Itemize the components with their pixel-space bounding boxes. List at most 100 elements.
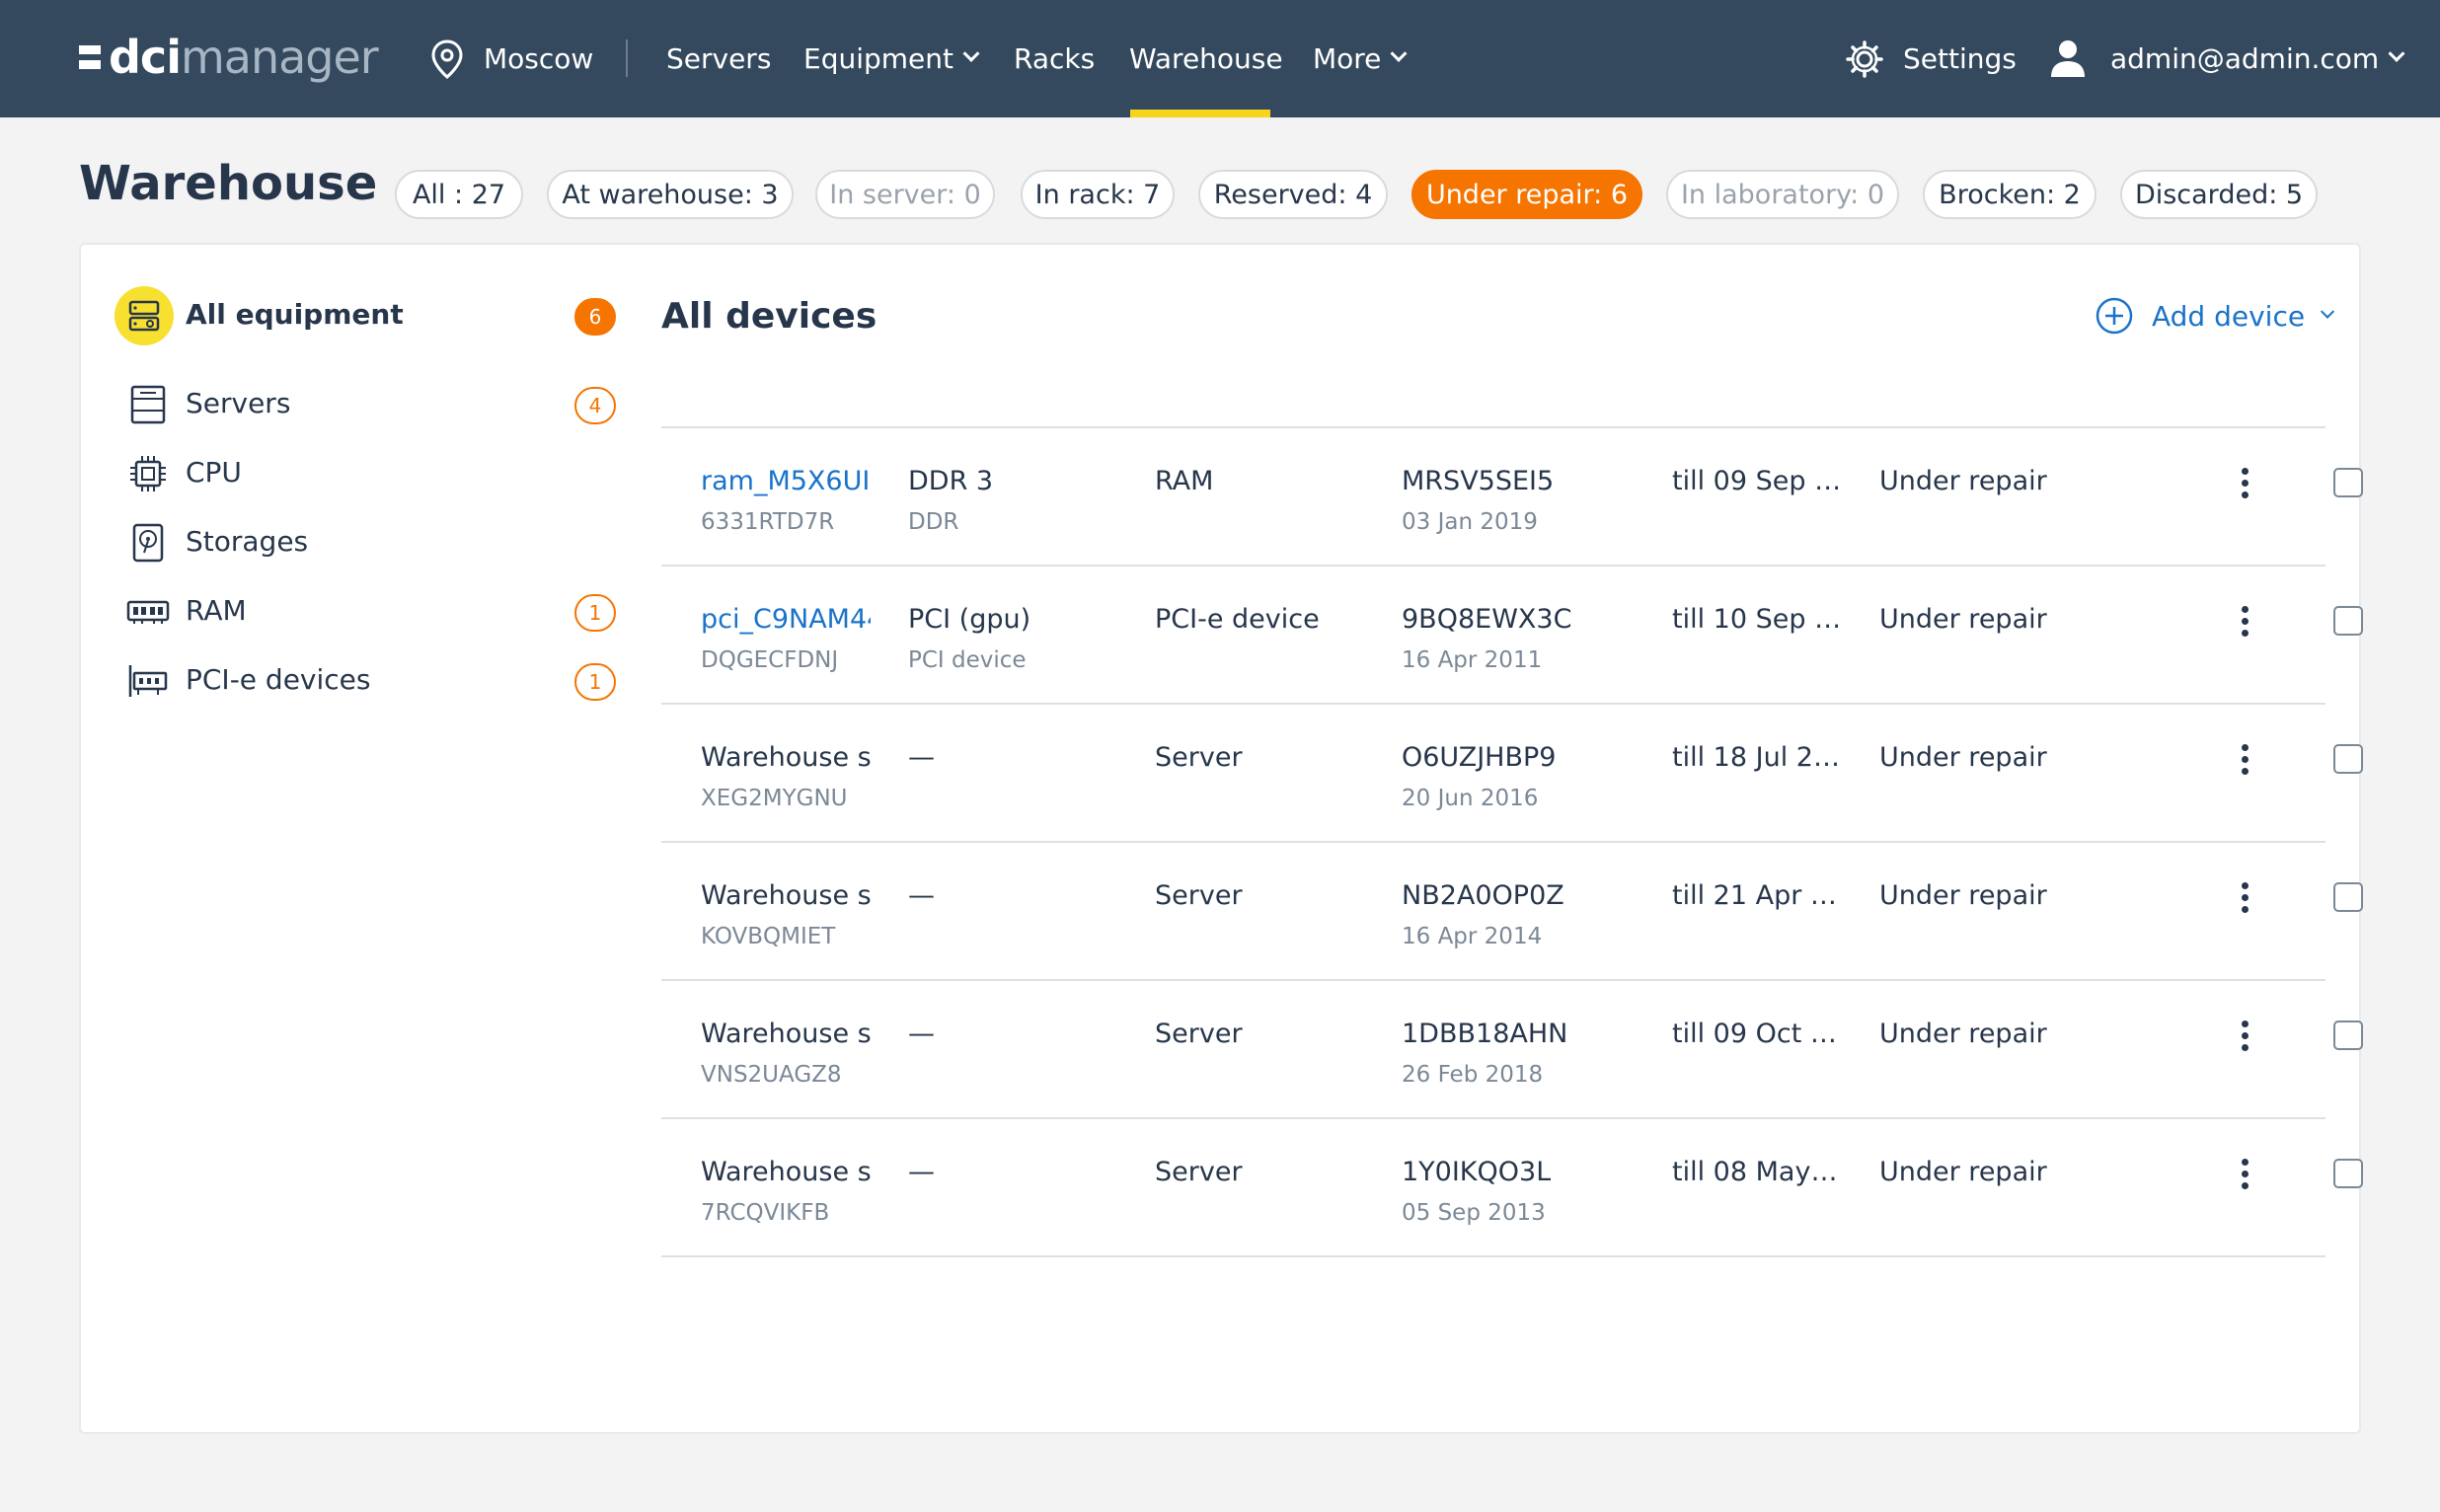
table-row[interactable]: pci_C9NAM44 DQGECFDNJ PCI (gpu) PCI devi… — [661, 567, 2363, 705]
device-date: 03 Jan 2019 — [1402, 509, 1538, 535]
user-email: admin@admin.com — [2110, 42, 2380, 75]
device-date: 26 Feb 2018 — [1402, 1062, 1544, 1088]
row-checkbox[interactable] — [2333, 606, 2363, 636]
device-date: 20 Jun 2016 — [1402, 786, 1539, 811]
table-row[interactable]: ram_M5X6UIX 6331RTD7R DDR 3 DDR RAM MRSV… — [661, 428, 2363, 567]
device-warranty: till 09 Oct 2021 — [1672, 1019, 1842, 1049]
table-row[interactable]: Warehouse server XEG2MYGNU — Server O6UZ… — [661, 705, 2363, 843]
nav-item-warehouse[interactable]: Warehouse — [1129, 0, 1283, 117]
add-device-button[interactable]: Add device — [2095, 296, 2335, 336]
location-pin-icon — [431, 39, 463, 79]
logo-text-light: manager — [180, 31, 379, 84]
nav-item-racks[interactable]: Racks — [1014, 0, 1095, 117]
count-badge: 1 — [574, 663, 616, 701]
table-row[interactable]: Warehouse server 7RCQVIKFB — Server 1Y0I… — [661, 1119, 2363, 1257]
gear-icon — [1846, 40, 1883, 78]
settings-link[interactable]: Settings — [1903, 0, 2017, 117]
device-name-link[interactable]: pci_C9NAM44 — [701, 604, 871, 635]
device-model-detail: DDR — [908, 509, 959, 535]
filter-label: Brocken: 2 — [1939, 179, 2081, 210]
device-name[interactable]: Warehouse server — [701, 1157, 871, 1187]
sidebar-item-label: Servers — [186, 387, 291, 419]
settings-label: Settings — [1903, 42, 2017, 75]
row-checkbox[interactable] — [2333, 1021, 2363, 1050]
device-date: 16 Apr 2014 — [1402, 924, 1543, 949]
sidebar-item-storages[interactable]: Storages — [81, 513, 634, 572]
filter-label: In server: 0 — [829, 179, 981, 210]
row-menu-icon[interactable] — [2235, 1021, 2254, 1060]
device-name[interactable]: Warehouse server — [701, 742, 871, 773]
table-row[interactable]: Warehouse server KOVBQMIET — Server NB2A… — [661, 843, 2363, 981]
top-navigation-bar: dci manager Moscow Servers Equipment Rac… — [0, 0, 2440, 117]
device-status: Under repair — [1879, 466, 2047, 496]
device-date: 16 Apr 2011 — [1402, 647, 1543, 673]
row-menu-icon[interactable] — [2235, 744, 2254, 784]
device-model: — — [908, 742, 935, 773]
row-checkbox[interactable] — [2333, 468, 2363, 497]
device-model: — — [908, 1019, 935, 1049]
sidebar-item-label: RAM — [186, 594, 247, 627]
user-menu[interactable]: admin@admin.com — [2110, 0, 2405, 117]
sidebar-item-pci-e-devices[interactable]: PCI-e devices 1 — [81, 651, 634, 711]
row-menu-icon[interactable] — [2235, 882, 2254, 922]
device-warranty: till 09 Sep 2021 — [1672, 466, 1842, 496]
filter-label: At warehouse: 3 — [562, 179, 779, 210]
row-checkbox[interactable] — [2333, 744, 2363, 774]
nav-active-indicator — [1130, 110, 1270, 117]
row-menu-icon[interactable] — [2235, 468, 2254, 507]
chevron-down-icon — [962, 44, 980, 62]
device-inventory-number: VNS2UAGZ8 — [701, 1062, 842, 1088]
nav-item-label: More — [1313, 42, 1382, 75]
device-inventory-number: 7RCQVIKFB — [701, 1200, 830, 1226]
table-row[interactable]: Warehouse server VNS2UAGZ8 — Server 1DBB… — [661, 981, 2363, 1119]
device-serial: 9BQ8EWX3C — [1402, 604, 1572, 635]
page-title: Warehouse — [79, 156, 378, 211]
device-status: Under repair — [1879, 1019, 2047, 1049]
device-model: PCI (gpu) — [908, 604, 1031, 635]
filter-reserved[interactable]: Reserved: 4 — [1198, 170, 1388, 219]
logo-mark-icon — [79, 45, 101, 69]
filter-in-server[interactable]: In server: 0 — [815, 170, 995, 219]
nav-item-label: Equipment — [803, 42, 953, 75]
device-serial: NB2A0OP0Z — [1402, 880, 1564, 911]
row-menu-icon[interactable] — [2235, 1159, 2254, 1198]
device-status: Under repair — [1879, 880, 2047, 911]
device-model: DDR 3 — [908, 466, 994, 496]
filter-discarded[interactable]: Discarded: 5 — [2120, 170, 2318, 219]
chevron-down-icon — [2388, 44, 2405, 62]
row-checkbox[interactable] — [2333, 882, 2363, 912]
sidebar-item-all-equipment[interactable]: All equipment 6 — [81, 286, 634, 345]
device-name-link[interactable]: ram_M5X6UIX — [701, 466, 871, 496]
device-type: PCI-e device — [1155, 604, 1320, 635]
filter-in-rack[interactable]: In rack: 7 — [1021, 170, 1175, 219]
device-name[interactable]: Warehouse server — [701, 1019, 871, 1049]
sidebar-item-servers[interactable]: Servers 4 — [81, 375, 634, 434]
nav-item-equipment[interactable]: Equipment — [803, 0, 980, 117]
sidebar-item-cpu[interactable]: CPU — [81, 444, 634, 503]
location-selector[interactable]: Moscow — [484, 0, 593, 117]
pci-icon — [128, 665, 168, 697]
filter-brocken[interactable]: Brocken: 2 — [1923, 170, 2097, 219]
nav-item-more[interactable]: More — [1313, 0, 1408, 117]
cpu-icon — [130, 456, 166, 491]
all-equipment-icon — [128, 300, 160, 332]
count-badge: 6 — [574, 298, 616, 336]
filter-all[interactable]: All : 27 — [395, 170, 523, 219]
device-serial: 1Y0IKQO3L — [1402, 1157, 1552, 1187]
filter-under-repair[interactable]: Under repair: 6 — [1411, 170, 1642, 219]
nav-item-servers[interactable]: Servers — [666, 0, 771, 117]
server-icon — [130, 385, 166, 424]
sidebar-item-ram[interactable]: RAM 1 — [81, 582, 634, 642]
device-type: RAM — [1155, 466, 1214, 496]
filter-in-laboratory[interactable]: In laboratory: 0 — [1666, 170, 1899, 219]
row-menu-icon[interactable] — [2235, 606, 2254, 645]
app-logo[interactable]: dci manager — [79, 30, 379, 85]
device-inventory-number: KOVBQMIET — [701, 924, 836, 949]
equipment-card: All equipment 6 Servers 4 CPU Storages R… — [79, 243, 2363, 1434]
add-device-label: Add device — [2152, 299, 2306, 333]
filter-label: Discarded: 5 — [2134, 179, 2304, 210]
device-name[interactable]: Warehouse server — [701, 880, 871, 911]
nav-item-label: Warehouse — [1129, 42, 1283, 75]
row-checkbox[interactable] — [2333, 1159, 2363, 1188]
filter-at-warehouse[interactable]: At warehouse: 3 — [547, 170, 794, 219]
